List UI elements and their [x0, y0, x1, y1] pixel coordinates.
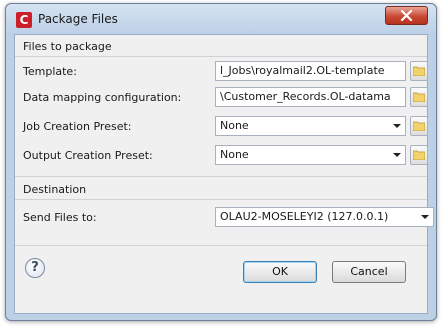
package-files-dialog: C Package Files Files to package Templat… [5, 3, 437, 321]
close-button[interactable] [385, 6, 428, 25]
close-icon [400, 10, 413, 21]
ok-button[interactable]: OK [243, 261, 317, 283]
template-field[interactable]: l_Jobs\royalmail2.OL-template [215, 61, 406, 81]
separator [15, 199, 427, 200]
template-label: Template: [23, 65, 77, 78]
output-creation-label: Output Creation Preset: [23, 149, 153, 162]
dialog-body: Files to package Template: l_Jobs\royalm… [14, 34, 434, 314]
window-title: Package Files [38, 12, 118, 26]
output-creation-browse-button[interactable] [410, 145, 428, 165]
job-creation-preset-select[interactable]: None [215, 116, 406, 136]
template-browse-button[interactable] [410, 61, 428, 81]
separator [15, 56, 427, 57]
chevron-down-icon [393, 124, 401, 128]
send-files-select[interactable]: OLAU2-MOSELEYI2 (127.0.0.1) [215, 207, 434, 227]
output-creation-preset-select[interactable]: None [215, 145, 406, 165]
job-creation-label: Job Creation Preset: [23, 120, 132, 133]
files-section-header: Files to package [23, 40, 112, 53]
separator [15, 245, 427, 246]
destination-section-header: Destination [23, 183, 87, 196]
chevron-down-icon [393, 153, 401, 157]
title-bar: C Package Files [6, 4, 436, 34]
folder-icon [413, 150, 425, 160]
folder-icon [413, 66, 425, 76]
data-mapping-field[interactable]: \Customer_Records.OL-datama [215, 87, 406, 107]
folder-icon [413, 92, 425, 102]
help-icon[interactable]: ? [25, 258, 45, 278]
job-creation-selected-value: None [220, 119, 249, 132]
job-creation-browse-button[interactable] [410, 116, 428, 136]
chevron-down-icon [421, 215, 429, 219]
send-files-label: Send Files to: [23, 211, 97, 224]
folder-icon [413, 121, 425, 131]
cancel-button[interactable]: Cancel [332, 261, 406, 283]
output-creation-selected-value: None [220, 148, 249, 161]
data-mapping-label: Data mapping configuration: [23, 91, 182, 104]
send-files-selected-value: OLAU2-MOSELEYI2 (127.0.0.1) [220, 210, 389, 223]
app-icon: C [16, 12, 32, 28]
separator [15, 176, 427, 177]
data-mapping-browse-button[interactable] [410, 87, 428, 107]
